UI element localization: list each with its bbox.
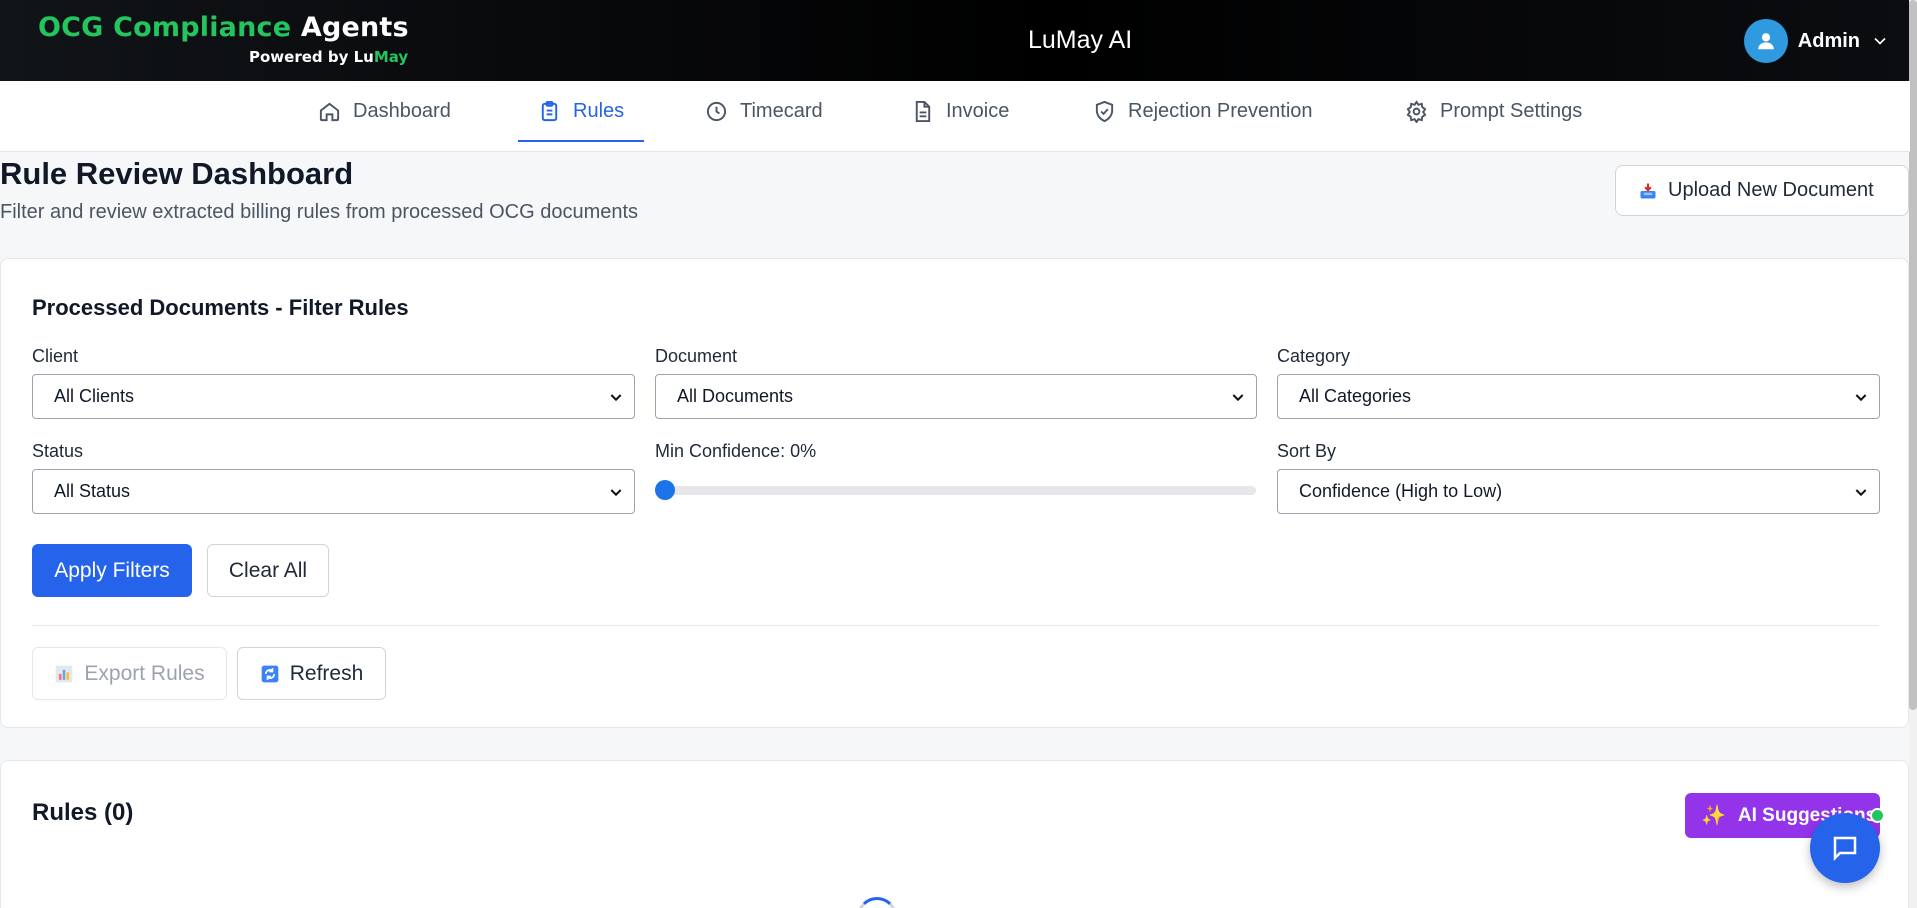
page-subtitle: Filter and review extracted billing rule… bbox=[0, 201, 639, 223]
tab-timecard[interactable]: Timecard bbox=[705, 81, 823, 141]
filter-card: Processed Documents - Filter Rules Clien… bbox=[0, 258, 1909, 728]
tab-label: Dashboard bbox=[353, 99, 451, 122]
clock-icon bbox=[706, 101, 727, 121]
chat-button[interactable] bbox=[1810, 813, 1880, 883]
tab-label: Timecard bbox=[740, 99, 823, 122]
min-confidence-label: Min Confidence: 0% bbox=[655, 441, 817, 461]
chevron-down-icon bbox=[1232, 394, 1244, 402]
chevron-down-icon bbox=[610, 489, 622, 497]
chevron-down-icon bbox=[1855, 489, 1867, 497]
upload-document-button[interactable]: Upload New Document bbox=[1615, 165, 1909, 216]
status-select[interactable]: All Status bbox=[32, 469, 635, 514]
category-select-value: All Categories bbox=[1299, 386, 1412, 406]
chat-icon bbox=[1833, 836, 1857, 862]
apply-filters-button[interactable]: Apply Filters bbox=[32, 544, 192, 597]
inbox-tray-icon bbox=[1640, 183, 1656, 198]
sort-by-select[interactable]: Confidence (High to Low) bbox=[1277, 469, 1880, 514]
brand-title-part2: Agents bbox=[300, 12, 409, 43]
powered-by-suffix: May bbox=[373, 48, 409, 66]
powered-by: Powered by LuMay bbox=[249, 48, 408, 66]
tab-label: Invoice bbox=[946, 99, 1010, 122]
export-rules-button[interactable]: Export Rules bbox=[32, 647, 227, 700]
app-title: LuMay AI bbox=[1028, 26, 1133, 54]
avatar bbox=[1743, 19, 1788, 63]
brand-logo[interactable]: OCG Compliance Agents Powered by LuMay bbox=[38, 12, 409, 66]
top-header: OCG Compliance Agents Powered by LuMay L… bbox=[0, 0, 1910, 81]
export-rules-label: Export Rules bbox=[84, 661, 205, 685]
client-label: Client bbox=[32, 346, 79, 366]
rules-title: Rules (0) bbox=[32, 799, 134, 826]
rules-card: Rules (0) ✨ AI Suggestions bbox=[0, 760, 1909, 908]
gear-icon bbox=[1406, 99, 1427, 123]
document-label: Document bbox=[655, 346, 738, 366]
slider-track bbox=[655, 486, 1256, 495]
page-scrollbar[interactable] bbox=[1909, 0, 1917, 908]
client-select-value: All Clients bbox=[54, 386, 135, 406]
user-menu[interactable]: Admin bbox=[1743, 19, 1890, 63]
sort-by-label: Sort By bbox=[1277, 441, 1337, 461]
shield-check-icon bbox=[1095, 100, 1114, 122]
tab-label: Prompt Settings bbox=[1440, 99, 1583, 122]
status-select-value: All Status bbox=[54, 481, 131, 501]
tab-label: Rules bbox=[573, 99, 625, 122]
sort-by-select-value: Confidence (High to Low) bbox=[1299, 481, 1503, 501]
category-select[interactable]: All Categories bbox=[1277, 374, 1880, 419]
clipboard-icon bbox=[541, 100, 558, 121]
chevron-down-icon bbox=[610, 394, 622, 402]
min-confidence-slider[interactable] bbox=[655, 479, 1256, 501]
category-label: Category bbox=[1277, 346, 1351, 366]
clear-all-button[interactable]: Clear All bbox=[207, 544, 329, 597]
loading-spinner bbox=[857, 897, 897, 908]
brand-title: OCG Compliance Agents bbox=[38, 12, 409, 43]
document-icon bbox=[915, 100, 931, 122]
refresh-icon bbox=[261, 665, 279, 682]
powered-by-prefix: Powered by Lu bbox=[249, 48, 374, 66]
tab-prompt-settings[interactable]: Prompt Settings bbox=[1405, 81, 1582, 141]
scrollbar-thumb[interactable] bbox=[1909, 0, 1917, 710]
tab-label: Rejection Prevention bbox=[1128, 99, 1313, 122]
status-label: Status bbox=[32, 441, 84, 461]
document-select[interactable]: All Documents bbox=[655, 374, 1257, 419]
user-icon bbox=[1757, 33, 1774, 50]
user-name: Admin bbox=[1797, 29, 1860, 52]
refresh-button[interactable]: Refresh bbox=[237, 647, 386, 700]
brand-title-part1: OCG Compliance bbox=[38, 12, 292, 43]
document-select-value: All Documents bbox=[677, 386, 794, 406]
chevron-down-icon bbox=[1874, 37, 1886, 45]
sparkles-icon: ✨ bbox=[1701, 805, 1726, 827]
upload-document-label: Upload New Document bbox=[1668, 179, 1874, 201]
bar-chart-icon bbox=[56, 665, 73, 682]
client-select[interactable]: All Clients bbox=[32, 374, 635, 419]
divider bbox=[32, 625, 1879, 626]
filter-card-title: Processed Documents - Filter Rules bbox=[32, 295, 409, 320]
tab-dashboard[interactable]: Dashboard bbox=[318, 81, 451, 141]
main-nav: Dashboard Rules Timecard Invoice Rejecti… bbox=[0, 81, 1910, 152]
tab-rejection-prevention[interactable]: Rejection Prevention bbox=[1093, 81, 1313, 141]
home-icon bbox=[319, 102, 340, 121]
slider-thumb[interactable] bbox=[655, 480, 675, 500]
page-title: Rule Review Dashboard bbox=[0, 156, 354, 191]
tab-invoice[interactable]: Invoice bbox=[911, 81, 1009, 141]
online-status-dot bbox=[1870, 808, 1885, 823]
tab-rules[interactable]: Rules bbox=[517, 81, 645, 142]
refresh-label: Refresh bbox=[289, 661, 364, 685]
chevron-down-icon bbox=[1855, 394, 1867, 402]
